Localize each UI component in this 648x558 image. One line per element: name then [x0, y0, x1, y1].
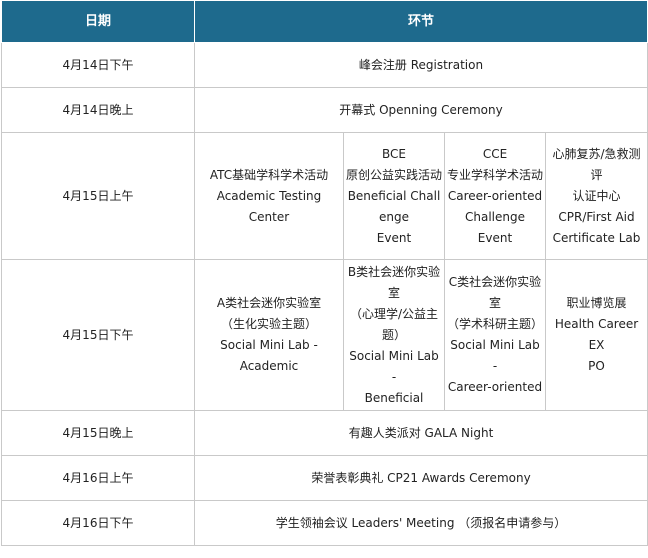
table-row: 4月14日晚上 开幕式 Openning Ceremony: [1, 87, 648, 133]
cell-line: 室: [387, 285, 400, 300]
session-cell-lab-b: B类社会迷你实验 室 （心理学/公益主 题） Social Mini Lab -…: [343, 259, 445, 411]
session-cell: 荣誉表彰典礼 CP21 Awards Ceremony: [193, 455, 648, 501]
cell-line: Social Mini Lab -: [349, 348, 439, 384]
session-cell-career-expo: 职业博览展 Health Career EX PO: [544, 259, 648, 411]
session-cell-cce: CCE 专业学科学术活动 Career-oriented Challenge E…: [444, 132, 546, 260]
table-row: 4月14日下午 峰会注册 Registration: [1, 42, 648, 88]
session-cell-atc: ATC基础学科学术活动 Academic Testing Center: [194, 132, 344, 260]
cell-line: CCE: [482, 146, 508, 161]
cell-line: 室: [488, 296, 501, 310]
date-cell: 4月16日下午: [1, 500, 195, 546]
cell-line: Academic: [239, 359, 299, 373]
cell-line: 题）: [381, 327, 406, 342]
cell-line: 专业学科学术活动: [447, 167, 544, 182]
cell-line: 心肺复苏/急救测: [552, 146, 641, 161]
date-cell: 4月15日下午: [1, 259, 195, 411]
date-cell: 4月15日晚上: [1, 410, 195, 456]
table-row: 4月15日晚上 有趣人类派对 GALA Night: [1, 410, 648, 456]
cell-line: PO: [588, 359, 605, 373]
session-cell-lab-c: C类社会迷你实验 室 （学术科研主题） Social Mini Lab - Ca…: [444, 259, 546, 411]
cell-line: C类社会迷你实验: [448, 275, 542, 289]
cell-line: Challenge Event: [465, 209, 525, 245]
cell-line: Beneficial: [364, 390, 424, 405]
cell-line: B类社会迷你实验: [347, 264, 441, 279]
table-row: 4月15日下午 A类社会迷你实验室 （生化实验主题） Social Mini L…: [1, 259, 648, 411]
date-cell: 4月14日下午: [1, 42, 195, 88]
cell-line: ATC基础学科学术活动: [209, 167, 329, 182]
cell-line: Social Mini Lab -: [220, 338, 318, 352]
table-row: 4月15日上午 ATC基础学科学术活动 Academic Testing Cen…: [1, 132, 648, 260]
date-cell: 4月16日上午: [1, 455, 195, 501]
session-cell: 峰会注册 Registration: [193, 42, 648, 88]
header-session: 环节: [193, 0, 648, 43]
cell-line: 认证中心: [572, 188, 621, 203]
cell-line: 原创公益实践活动: [346, 167, 443, 182]
cell-line: 评: [590, 167, 603, 182]
date-cell: 4月14日晚上: [1, 87, 195, 133]
cell-line: Health Career EX: [554, 317, 639, 352]
session-cell: 有趣人类派对 GALA Night: [193, 410, 648, 456]
header-row: 日期 环节: [1, 0, 648, 43]
cell-line: （生化实验主题）: [220, 317, 317, 331]
cell-line: Beneficial Chall: [347, 188, 441, 203]
session-cell: 学生领袖会议 Leaders' Meeting （须报名申请参与）: [193, 500, 648, 546]
header-date: 日期: [1, 0, 195, 43]
cell-line: （心理学/公益主: [349, 306, 439, 321]
cell-line: Social Mini Lab -: [450, 338, 540, 373]
cell-line: Career-oriented: [447, 188, 543, 203]
session-cell-bce: BCE 原创公益实践活动 Beneficial Chall enge Event: [343, 132, 445, 260]
cell-line: Certificate Lab: [552, 230, 641, 245]
session-cell-cpr: 心肺复苏/急救测 评 认证中心 CPR/First Aid Certificat…: [544, 132, 648, 260]
session-cell-lab-a: A类社会迷你实验室 （生化实验主题） Social Mini Lab - Aca…: [194, 259, 344, 411]
cell-line: enge: [379, 209, 409, 224]
table-row: 4月16日下午 学生领袖会议 Leaders' Meeting （须报名申请参与…: [1, 500, 648, 546]
cell-line: A类社会迷你实验室: [216, 296, 322, 310]
cell-line: Career-oriented: [447, 380, 543, 394]
date-cell: 4月15日上午: [1, 132, 195, 260]
cell-line: （学术科研主题）: [447, 317, 544, 331]
schedule-table: 日期 环节 4月14日下午 峰会注册 Registration 4月14日晚上 …: [1, 0, 648, 546]
cell-line: Event: [376, 230, 412, 245]
cell-line: 职业博览展: [566, 296, 627, 310]
cell-line: CPR/First Aid: [558, 209, 635, 224]
cell-line: Center: [248, 209, 290, 224]
table-row: 4月16日上午 荣誉表彰典礼 CP21 Awards Ceremony: [1, 455, 648, 501]
cell-line: Academic Testing: [216, 188, 322, 203]
cell-line: BCE: [382, 146, 406, 161]
session-cell: 开幕式 Openning Ceremony: [193, 87, 648, 133]
